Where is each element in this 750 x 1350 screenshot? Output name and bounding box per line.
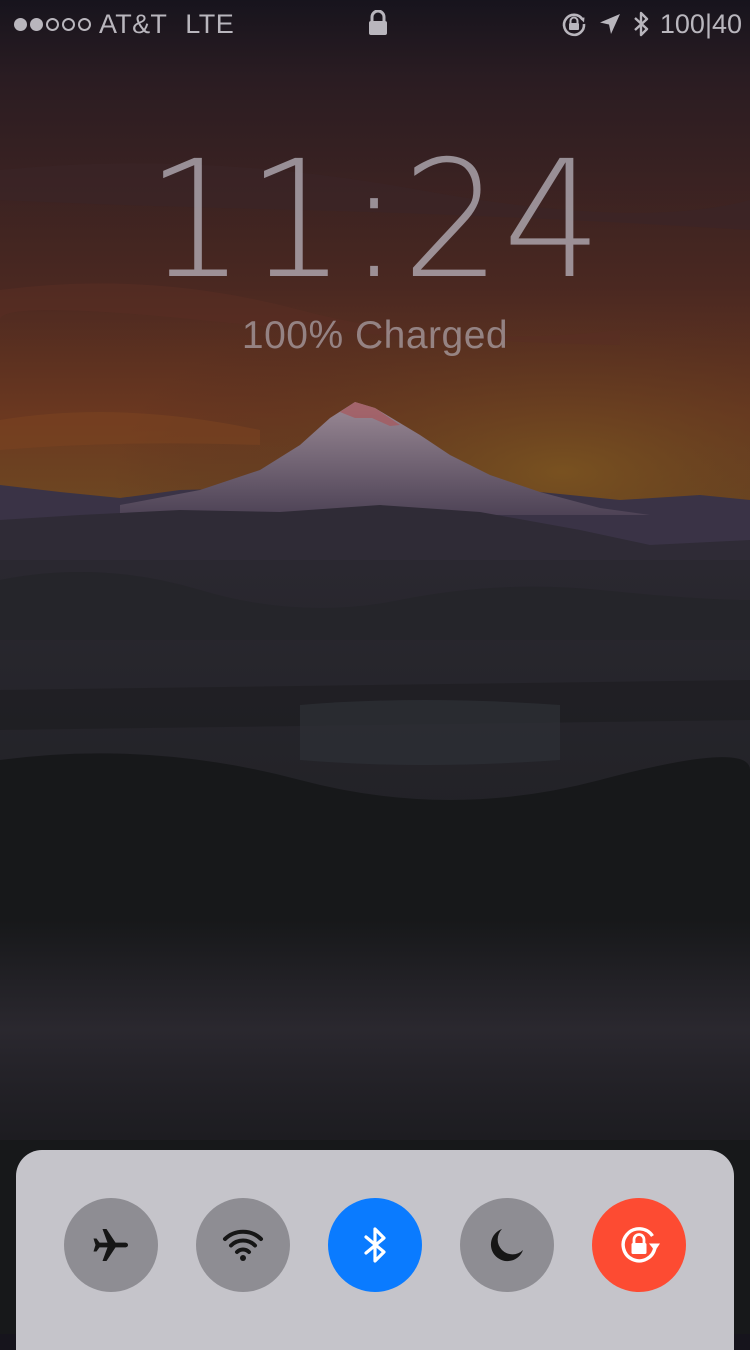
wifi-icon: [223, 1229, 263, 1261]
carrier-name: AT&T: [99, 8, 168, 39]
signal-dot: [78, 17, 91, 31]
status-right: 100|40: [560, 8, 742, 40]
lock-screen-time: 11:24: [15, 140, 735, 302]
status-left: AT&T LTE: [14, 8, 234, 40]
airplane-mode-toggle[interactable]: [64, 1198, 158, 1292]
bluetooth-icon: [364, 1227, 386, 1263]
lock-icon: [366, 9, 390, 36]
signal-strength-icon: [14, 17, 91, 31]
airplane-icon: [93, 1229, 128, 1261]
do-not-disturb-toggle[interactable]: [460, 1198, 554, 1292]
control-center-panel: [16, 1150, 734, 1350]
signal-dot: [30, 17, 43, 31]
rotation-lock-toggle[interactable]: [592, 1198, 686, 1292]
status-bar: AT&T LTE 100|40: [0, 0, 750, 48]
signal-dot: [46, 17, 59, 31]
bluetooth-icon: [632, 10, 650, 38]
signal-dot: [62, 17, 75, 31]
time-text: 11:24: [146, 127, 604, 315]
control-center-toggles: [64, 1198, 686, 1294]
location-arrow-icon: [598, 12, 622, 36]
wifi-toggle[interactable]: [196, 1198, 290, 1292]
signal-dot: [14, 17, 27, 31]
rotation-lock-icon: [621, 1227, 660, 1263]
rotation-lock-icon: [560, 10, 588, 38]
charge-status: 100% Charged: [241, 314, 509, 357]
moon-icon: [490, 1229, 523, 1262]
battery-percentage: 100|40: [659, 8, 742, 39]
network-type: LTE: [185, 8, 235, 39]
bluetooth-toggle[interactable]: [328, 1198, 422, 1292]
